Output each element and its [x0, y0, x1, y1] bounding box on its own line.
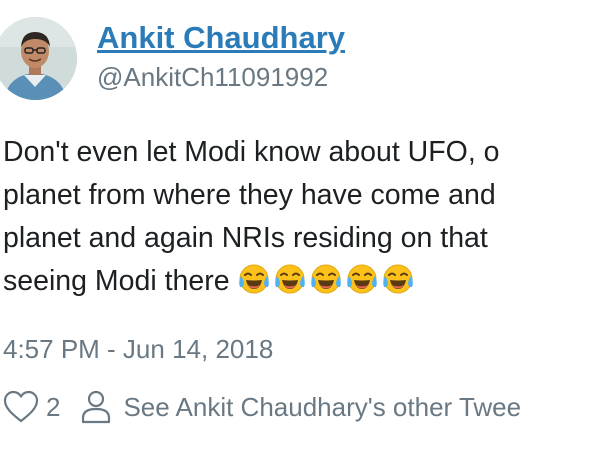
see-more-tweets-link[interactable]: See Ankit Chaudhary's other Twee — [81, 390, 521, 424]
tweet-actions: 2 See Ankit Chaudhary's other Twee — [3, 388, 521, 426]
person-icon — [82, 390, 111, 424]
tweet-card: Ankit Chaudhary @AnkitCh11091992 Don't e… — [0, 0, 600, 450]
tweet-text: Don't even let Modi know about UFO, o pl… — [3, 131, 600, 303]
like-button[interactable]: 2 — [3, 390, 60, 424]
tears-of-joy-emoji-icon — [382, 263, 414, 295]
tears-of-joy-emoji-icon — [310, 263, 342, 295]
tweet-text-line: seeing Modi there — [3, 265, 230, 297]
see-more-label: See Ankit Chaudhary's other Twee — [123, 391, 522, 422]
avatar[interactable] — [0, 17, 77, 100]
tweet-timestamp[interactable]: 4:57 PM - Jun 14, 2018 — [3, 333, 273, 365]
tears-of-joy-emoji-icon — [238, 263, 270, 295]
tweet-text-line: planet and again NRIs residing on that — [3, 222, 488, 254]
like-count: 2 — [46, 391, 61, 422]
tears-of-joy-emoji-icon — [274, 263, 306, 295]
heart-icon — [3, 390, 39, 423]
tweet-text-line: planet from where they have come and — [3, 179, 496, 211]
tweet-text-line-last: seeing Modi there — [3, 260, 600, 303]
tweet-text-line: Don't even let Modi know about UFO, o — [3, 136, 500, 168]
author-handle[interactable]: @AnkitCh11091992 — [97, 61, 328, 93]
avatar-photo — [0, 17, 77, 100]
author-name[interactable]: Ankit Chaudhary — [97, 18, 345, 58]
tears-of-joy-emoji-icon — [346, 263, 378, 295]
